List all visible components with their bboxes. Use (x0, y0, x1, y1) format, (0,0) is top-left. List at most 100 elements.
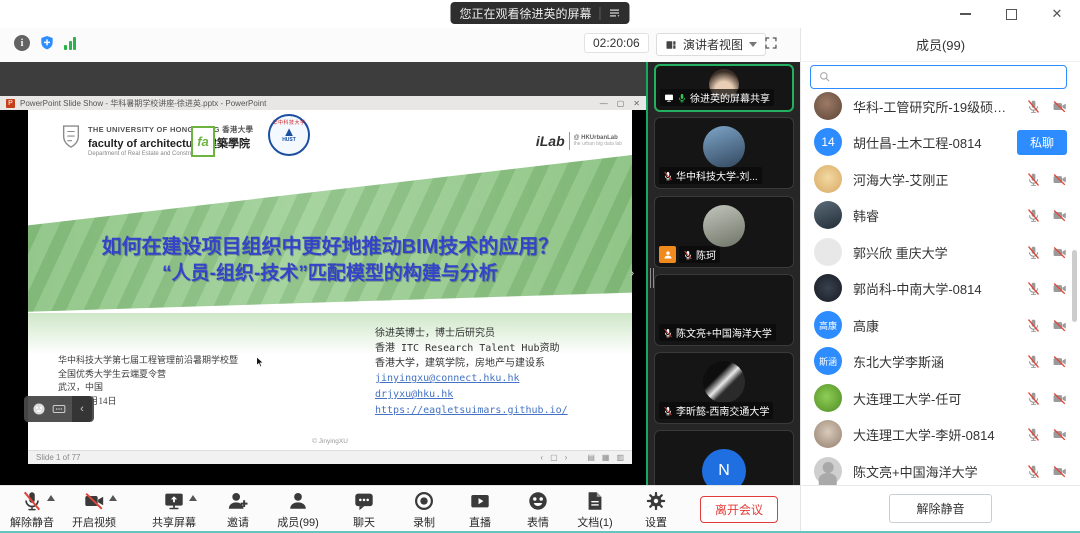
info-icon[interactable]: i (14, 35, 30, 51)
hku-logo: THE UNIVERSITY OF HONG KONG 香港大學 faculty… (60, 124, 253, 157)
toolbar-live-button[interactable]: 直播 (458, 490, 502, 530)
member-status-icons (1026, 172, 1067, 187)
divider (569, 132, 570, 150)
network-signal-icon[interactable] (64, 37, 76, 50)
camera-off-icon (83, 490, 105, 512)
tile-name: 陈珂 (696, 247, 716, 262)
private-chat-button[interactable]: 私聊 (1017, 130, 1067, 155)
tile-name: 李昕懿-西南交通大学 (676, 403, 769, 418)
tile-label: 徐进英的屏幕共享 (660, 89, 774, 106)
view-grid-icon[interactable]: ▦ (602, 453, 610, 462)
chevron-up-icon[interactable] (47, 495, 55, 501)
mic-muted-icon (663, 406, 673, 416)
slide-menu-icon[interactable]: ▢ (550, 453, 558, 462)
member-row[interactable]: 14 胡仕昌-土木工程-0814 私聊 (801, 124, 1080, 160)
member-name: 华科-工管研究所-19级硕士-张佳乐 (853, 97, 1011, 116)
slide-title-line2: “人员-组织-技术”匹配模型的构建与分析 (28, 258, 632, 285)
toolbar-record-button[interactable]: 录制 (402, 490, 446, 530)
scrollbar[interactable] (1072, 250, 1077, 322)
keyboard-tool-icon[interactable] (52, 402, 66, 416)
member-row[interactable]: 韩睿 (801, 197, 1080, 233)
banner-menu-icon[interactable] (609, 7, 621, 19)
screen-share-icon (163, 490, 185, 512)
mic-muted-icon (1026, 99, 1041, 114)
toolbar-docs-button[interactable]: 文档(1) (570, 490, 620, 530)
avatar (703, 205, 745, 247)
member-row[interactable]: 高康 高康 (801, 307, 1080, 343)
hku-department: Department of Real Estate and Constructi… (88, 151, 253, 157)
ilab-tagline: the urban big data lab (574, 141, 622, 147)
next-slide-icon[interactable]: › (565, 453, 568, 462)
close-button[interactable]: ✕ (1034, 0, 1080, 28)
member-row[interactable]: 大连理工大学-李妍-0814 (801, 416, 1080, 452)
minimize-button[interactable] (942, 0, 988, 28)
watching-banner: 您正在观看徐进英的屏幕 (450, 2, 629, 24)
ppt-window-controls: —▢✕ (600, 99, 640, 108)
mic-muted-icon (1026, 318, 1041, 333)
emoji-tool-icon[interactable] (32, 402, 46, 416)
avatar (814, 238, 842, 266)
view-normal-icon[interactable]: ▤ (587, 453, 595, 462)
website-link[interactable]: https://eagletsuimars.github.io/ (375, 403, 568, 419)
unmute-all-button[interactable]: 解除静音 (889, 494, 991, 523)
leave-meeting-button[interactable]: 离开会议 (700, 496, 778, 523)
video-tile[interactable]: 李昕懿-西南交通大学 (654, 352, 794, 424)
toolbar-start-video-button[interactable]: 开启视频 (68, 490, 120, 530)
members-panel-title: 成员(99) (916, 35, 965, 54)
member-name: 东北大学李斯涵 (853, 352, 944, 371)
email-link[interactable]: drjyxu@hku.hk (375, 387, 568, 403)
members-panel-footer: 解除静音 (800, 485, 1080, 531)
video-tile[interactable]: 陈珂 (654, 196, 794, 268)
toolbar-invite-button[interactable]: 邀请 (216, 490, 260, 530)
member-row[interactable]: 陈文亮+中国海洋大学 (801, 453, 1080, 485)
view-read-icon[interactable]: ▥ (616, 453, 624, 462)
video-tile[interactable]: 华中科技大学-刘... (654, 117, 794, 189)
member-row[interactable]: 河海大学-艾刚正 (801, 161, 1080, 197)
prev-slide-icon[interactable]: ‹ (540, 453, 543, 462)
watching-banner-text: 您正在观看徐进英的屏幕 (459, 5, 591, 22)
member-row[interactable]: 大连理工大学-任可 (801, 380, 1080, 416)
member-name: 陈文亮+中国海洋大学 (853, 462, 978, 481)
live-stream-icon (469, 490, 491, 512)
member-status-icons (1026, 464, 1067, 479)
toolbar-members-button[interactable]: 成员(99) (270, 490, 326, 530)
search-input[interactable] (837, 70, 1059, 84)
member-status-icons (1026, 391, 1067, 406)
toolbar-share-screen-button[interactable]: 共享屏幕 (146, 490, 202, 530)
email-link[interactable]: jinyingxu@connect.hku.hk (375, 371, 568, 387)
member-row[interactable]: 斯涵 东北大学李斯涵 (801, 343, 1080, 379)
toolbar-emoji-button[interactable]: 表情 (516, 490, 560, 530)
avatar: 斯涵 (814, 347, 842, 375)
ppt-minimize-icon: — (600, 99, 608, 108)
record-icon (413, 490, 435, 512)
maximize-button[interactable] (988, 0, 1034, 28)
video-tile[interactable]: 陈文亮+中国海洋大学 (654, 274, 794, 346)
camera-off-icon (1052, 245, 1067, 260)
person-icon (287, 490, 309, 512)
toolbar-settings-button[interactable]: 设置 (634, 490, 678, 530)
tile-label: 陈文亮+中国海洋大学 (659, 324, 776, 341)
collapse-toolbar-handle[interactable]: ‹ (72, 396, 92, 422)
shield-icon[interactable] (39, 35, 55, 51)
view-mode-button[interactable]: 演讲者视图 (656, 33, 766, 56)
member-search-box[interactable] (810, 65, 1067, 89)
avatar (814, 384, 842, 412)
member-name: 郭兴欣 重庆大学 (853, 243, 948, 262)
fullscreen-button[interactable] (764, 36, 778, 50)
video-tile-sharer[interactable]: 徐进英的屏幕共享 (654, 64, 794, 112)
member-row[interactable]: 郭兴欣 重庆大学 (801, 234, 1080, 270)
mic-muted-icon (683, 250, 693, 260)
ppt-title-text: PowerPoint Slide Show - 华科暑期学校讲座-徐进英.ppt… (20, 98, 595, 109)
toolbar-unmute-button[interactable]: 解除静音 (6, 490, 58, 530)
toolbar-chat-button[interactable]: 聊天 (342, 490, 386, 530)
window-titlebar: 您正在观看徐进英的屏幕 ✕ (0, 0, 1080, 28)
presentation-slide: THE UNIVERSITY OF HONG KONG 香港大學 faculty… (28, 110, 632, 450)
member-status-icons (1026, 208, 1067, 223)
slide-title-line1: 如何在建设项目组织中更好地推动BIM技术的应用？ (28, 230, 632, 259)
chevron-up-icon[interactable] (189, 495, 197, 501)
event-line: 华中科技大学第七届工程管理前沿暑期学校暨 (58, 354, 238, 368)
invite-person-icon (227, 490, 249, 512)
member-row[interactable]: 郭尚科-中南大学-0814 (801, 270, 1080, 306)
member-row[interactable]: 华科-工管研究所-19级硕士-张佳乐 (801, 88, 1080, 124)
chevron-up-icon[interactable] (109, 495, 117, 501)
